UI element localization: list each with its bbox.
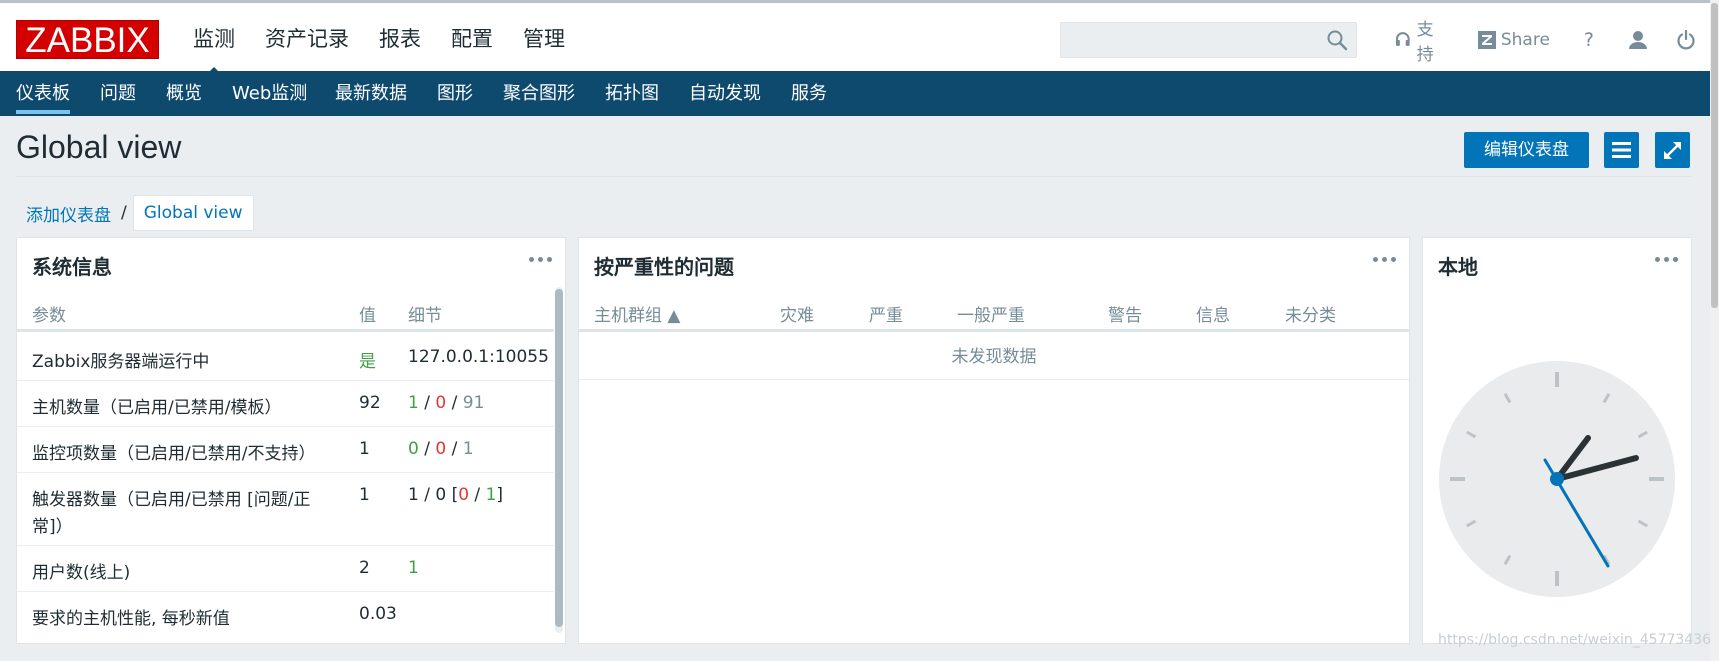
widget-title: 按严重性的问题: [594, 255, 734, 279]
power-icon: [1677, 30, 1695, 50]
table-row: 要求的主机性能, 每秒新值 0.03: [17, 592, 554, 638]
breadcrumb-current[interactable]: Global view: [132, 195, 254, 231]
help-icon: ?: [1583, 29, 1594, 51]
support-link[interactable]: 支持: [1380, 20, 1464, 65]
search-input[interactable]: [1060, 22, 1357, 58]
column-header-warning: 警告: [1108, 306, 1142, 326]
column-header-average: 一般严重: [957, 306, 1025, 326]
analog-clock: [1439, 361, 1675, 597]
row-value: 0.03: [359, 604, 397, 624]
column-header-information: 信息: [1196, 306, 1230, 326]
breadcrumb: 添加仪表盘 / Global view: [16, 195, 254, 231]
page-scrollbar-thumb[interactable]: [1711, 3, 1718, 308]
main-menu-configuration[interactable]: 配置: [436, 23, 508, 55]
table-header: 主机群组 ▲ 灾难 严重 一般严重 警告 信息 未分类: [579, 296, 1409, 332]
row-param: 要求的主机性能, 每秒新值: [32, 609, 230, 629]
sub-menu-problems[interactable]: 问题: [100, 71, 136, 116]
zabbix-logo[interactable]: ZABBIX: [16, 20, 159, 60]
share-label: Share: [1500, 30, 1550, 50]
page-title: Global view: [16, 129, 182, 165]
main-menu-administration[interactable]: 管理: [508, 23, 580, 55]
sub-menu-graphs[interactable]: 图形: [437, 71, 473, 116]
column-header-param[interactable]: 参数: [32, 301, 66, 326]
row-detail: 127.0.0.1:10055: [408, 347, 549, 367]
main-menu-monitoring[interactable]: 监测: [178, 23, 250, 77]
row-param: 触发器数量（已启用/已禁用 [问题/正: [32, 490, 311, 510]
column-header-detail[interactable]: 细节: [408, 301, 442, 326]
support-label: 支持: [1416, 20, 1434, 65]
main-menu-inventory[interactable]: 资产记录: [250, 23, 364, 55]
system-info-widget: 系统信息 参数 值 细节 Zabbix服务器端运行中 是 127.0.0.1:1…: [16, 237, 566, 644]
table-row: Zabbix服务器端运行中 是 127.0.0.1:10055: [17, 335, 554, 381]
dashboard-list-button[interactable]: [1604, 132, 1639, 168]
table-header: 参数 值 细节: [17, 296, 554, 332]
column-header-disaster: 灾难: [780, 306, 814, 326]
sub-menu-dashboard[interactable]: 仪表板: [16, 71, 70, 116]
row-value: 1: [359, 485, 370, 505]
sub-menu-web[interactable]: Web监测: [232, 71, 307, 116]
user-icon: [1629, 31, 1647, 49]
table-row: 监控项数量（已启用/已禁用/不支持） 1 0 / 0 / 1: [17, 427, 554, 473]
help-button[interactable]: ?: [1564, 25, 1614, 55]
edit-dashboard-button[interactable]: 编辑仪表盘: [1464, 132, 1589, 168]
share-link[interactable]: Share: [1464, 25, 1564, 55]
row-detail: 0 / 0 / 1: [408, 439, 474, 459]
row-detail: 1 / 0 [0 / 1]: [408, 485, 504, 505]
row-value: 1: [359, 439, 370, 459]
table-row: 用户数(线上) 2 1: [17, 546, 554, 592]
share-z-icon: [1477, 31, 1496, 49]
row-detail: 1: [408, 558, 419, 578]
column-header-host-group[interactable]: 主机群组 ▲: [594, 301, 680, 326]
menu-icon: [1612, 142, 1631, 158]
row-param: 监控项数量（已启用/已禁用/不支持）: [32, 444, 316, 464]
top-header: ZABBIX 监测 资产记录 报表 配置 管理 支持 Share ?: [0, 0, 1710, 77]
row-param: 用户数(线上): [32, 563, 131, 583]
no-data-message: 未发现数据: [579, 334, 1409, 380]
row-param: Zabbix服务器端运行中: [32, 352, 210, 372]
user-profile-button[interactable]: [1614, 25, 1662, 55]
widget-options-icon[interactable]: [1373, 250, 1399, 268]
widget-scrollbar-thumb[interactable]: [555, 289, 563, 627]
problems-by-severity-widget: 按严重性的问题 主机群组 ▲ 灾难 严重 一般严重 警告 信息 未分类 未发现数…: [578, 237, 1410, 644]
breadcrumb-separator: /: [121, 203, 127, 223]
logout-button[interactable]: [1662, 25, 1710, 55]
table-row: 主机数量（已启用/已禁用/模板） 92 1 / 0 / 91: [17, 381, 554, 427]
column-header-value[interactable]: 值: [359, 301, 376, 326]
table-row: 触发器数量（已启用/已禁用 [问题/正 常]） 1 1 / 0 [0 / 1]: [17, 473, 554, 546]
sub-menu-services[interactable]: 服务: [791, 71, 827, 116]
sub-menu-latest-data[interactable]: 最新数据: [335, 71, 407, 116]
clock-widget: 本地: [1422, 237, 1692, 644]
sub-menu: 仪表板 问题 概览 Web监测 最新数据 图形 聚合图形 拓扑图 自动发现 服务: [0, 71, 1710, 116]
breadcrumb-dashboards-link[interactable]: 添加仪表盘: [16, 201, 121, 226]
sub-menu-maps[interactable]: 拓扑图: [605, 71, 659, 116]
sub-menu-screens[interactable]: 聚合图形: [503, 71, 575, 116]
widget-title: 本地: [1438, 255, 1478, 279]
fullscreen-icon: [1664, 142, 1681, 159]
sub-menu-discovery[interactable]: 自动发现: [689, 71, 761, 116]
top-actions: 支持 Share ?: [1380, 20, 1710, 65]
sub-menu-overview[interactable]: 概览: [166, 71, 202, 116]
column-header-high: 严重: [869, 306, 903, 326]
main-menu: 监测 资产记录 报表 配置 管理: [178, 23, 580, 77]
column-header-not-classified: 未分类: [1285, 306, 1336, 326]
widget-options-icon[interactable]: [529, 250, 555, 268]
header-divider: [16, 176, 1692, 177]
fullscreen-button[interactable]: [1655, 132, 1690, 168]
row-value: 是: [359, 352, 376, 372]
headset-icon: [1395, 32, 1410, 46]
row-value: 92: [359, 393, 381, 413]
watermark: https://blog.csdn.net/weixin_45773436: [1438, 632, 1712, 648]
search-icon[interactable]: [1326, 29, 1348, 51]
row-value: 2: [359, 558, 370, 578]
row-param-continued: 常]）: [32, 517, 73, 537]
row-detail: 1 / 0 / 91: [408, 393, 485, 413]
row-param: 主机数量（已启用/已禁用/模板）: [32, 398, 282, 418]
widget-title: 系统信息: [32, 255, 112, 279]
main-menu-reports[interactable]: 报表: [364, 23, 436, 55]
widget-options-icon[interactable]: [1655, 250, 1681, 268]
